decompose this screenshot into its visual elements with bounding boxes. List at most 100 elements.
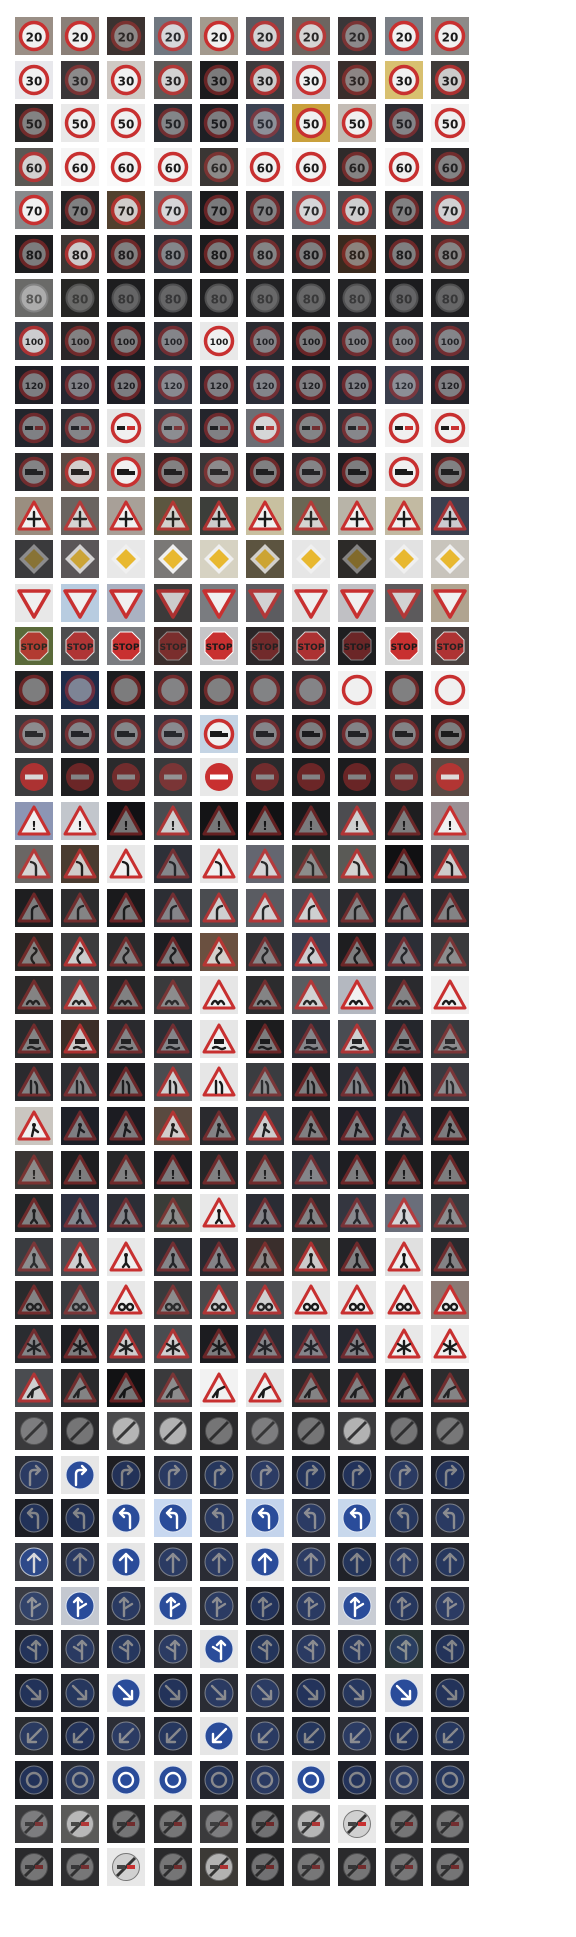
sign-image	[63, 936, 97, 967]
sign-thumbnail-speed-limit-30: 30	[431, 61, 469, 99]
svg-text:120: 120	[348, 382, 367, 392]
sign-thumbnail-priority-road	[246, 540, 284, 578]
sign-thumbnail-speed-limit-50: 50	[292, 104, 330, 142]
sign-image	[156, 500, 190, 531]
svg-text:70: 70	[211, 205, 228, 219]
sign-thumbnail-stop: STOP	[107, 627, 145, 665]
sign-image	[294, 848, 328, 879]
svg-text:50: 50	[72, 118, 89, 132]
sign-thumbnail-slippery-road	[431, 1020, 469, 1058]
sign-image	[110, 412, 142, 444]
sign-thumbnail-children-crossing	[200, 1238, 238, 1276]
sign-thumbnail-speed-limit-80: 80	[431, 235, 469, 273]
sign-image	[342, 1547, 372, 1577]
sign-thumbnail-speed-limit-60: 60	[292, 148, 330, 186]
sign-thumbnail-roundabout	[107, 1761, 145, 1799]
svg-text:!: !	[354, 819, 359, 833]
sign-thumbnail-speed-limit-60: 60	[385, 148, 423, 186]
sign-image	[202, 936, 236, 967]
sign-thumbnail-speed-limit-100: 100	[200, 322, 238, 360]
svg-text:!: !	[31, 1168, 36, 1182]
svg-text:120: 120	[210, 382, 229, 392]
sign-image: !	[63, 1154, 97, 1185]
sign-image	[435, 1634, 465, 1664]
svg-text:!: !	[401, 819, 406, 833]
sign-image	[340, 589, 374, 619]
svg-text:80: 80	[165, 249, 182, 263]
sign-image	[387, 589, 421, 619]
sign-image	[112, 1417, 140, 1445]
sign-thumbnail-slippery-road	[200, 1020, 238, 1058]
sign-image	[18, 456, 50, 488]
sign-image: 80	[342, 283, 372, 313]
sign-thumbnail-children-crossing	[292, 1238, 330, 1276]
sign-image	[109, 1066, 143, 1097]
sign-image	[387, 892, 421, 923]
sign-image	[296, 1591, 326, 1621]
sign-image: 20	[64, 20, 96, 52]
sign-image	[205, 1417, 233, 1445]
svg-text:100: 100	[256, 338, 275, 348]
sign-thumbnail-turn-left-ahead	[61, 1499, 99, 1537]
sign-thumbnail-no-entry	[431, 758, 469, 796]
sign-image	[159, 763, 187, 791]
svg-text:80: 80	[396, 249, 413, 263]
sign-image	[343, 1810, 371, 1838]
sign-image	[17, 1241, 51, 1272]
sign-image	[294, 1110, 328, 1141]
sign-image	[294, 892, 328, 923]
sign-image: 50	[64, 107, 96, 139]
sign-image: 80	[250, 283, 280, 313]
sign-thumbnail-stop: STOP	[292, 627, 330, 665]
sign-image: STOP	[389, 631, 419, 661]
sign-thumbnail-end-speed-limit-80: 80	[338, 279, 376, 317]
sign-thumbnail-yield	[200, 584, 238, 622]
sign-thumbnail-road-narrows-right	[338, 1063, 376, 1101]
sign-thumbnail-straight-or-left	[246, 1630, 284, 1668]
sign-image	[157, 412, 189, 444]
sign-thumbnail-speed-limit-20: 20	[107, 17, 145, 55]
traffic-sign-sample-grid: 20 20 20 20 20 20 20 20 20 20 30 30 30 30 30 30 30 30 30 30…	[0, 0, 576, 1937]
sign-thumbnail-end-speed-limit-80: 80	[431, 279, 469, 317]
sign-thumbnail-road-narrows-right	[61, 1063, 99, 1101]
sign-thumbnail-no-entry	[15, 758, 53, 796]
sign-image	[110, 718, 142, 750]
sign-thumbnail-road-work	[246, 1107, 284, 1145]
sign-thumbnail-turn-left-ahead	[292, 1499, 330, 1537]
sign-thumbnail-roundabout	[61, 1761, 99, 1799]
sign-thumbnail-no-entry	[338, 758, 376, 796]
sign-image	[156, 979, 190, 1010]
sign-thumbnail-children-crossing	[61, 1238, 99, 1276]
sign-thumbnail-dangerous-curve-left	[431, 845, 469, 883]
sign-image	[111, 1591, 141, 1621]
sign-thumbnail-keep-right	[61, 1674, 99, 1712]
sign-thumbnail-end-no-passing-trucks	[431, 1848, 469, 1886]
sign-thumbnail-speed-limit-20: 20	[246, 17, 284, 55]
sign-image	[63, 848, 97, 879]
svg-text:20: 20	[165, 31, 182, 45]
sign-image	[248, 1284, 282, 1315]
sign-image	[248, 1066, 282, 1097]
sign-thumbnail-turn-left-ahead	[15, 1499, 53, 1537]
sign-image: 70	[388, 194, 420, 226]
sign-thumbnail-speed-limit-70: 70	[154, 191, 192, 229]
sign-thumbnail-double-curve	[61, 933, 99, 971]
svg-text:50: 50	[211, 118, 228, 132]
sign-thumbnail-double-curve	[292, 933, 330, 971]
svg-text:60: 60	[349, 162, 366, 176]
sign-thumbnail-speed-limit-70: 70	[246, 191, 284, 229]
sign-image	[389, 1678, 419, 1708]
sign-thumbnail-stop: STOP	[338, 627, 376, 665]
sign-image	[205, 763, 233, 791]
sign-image	[202, 1328, 236, 1359]
sign-thumbnail-slippery-road	[154, 1020, 192, 1058]
sign-image	[434, 718, 466, 750]
sign-image	[342, 1765, 372, 1795]
svg-text:30: 30	[165, 75, 182, 89]
sign-thumbnail-no-passing-trucks	[15, 453, 53, 491]
svg-text:80: 80	[118, 293, 135, 307]
sign-thumbnail-end-no-passing	[385, 1805, 423, 1843]
sign-image	[342, 1634, 372, 1664]
sign-image	[388, 412, 420, 444]
sign-image	[248, 589, 282, 619]
